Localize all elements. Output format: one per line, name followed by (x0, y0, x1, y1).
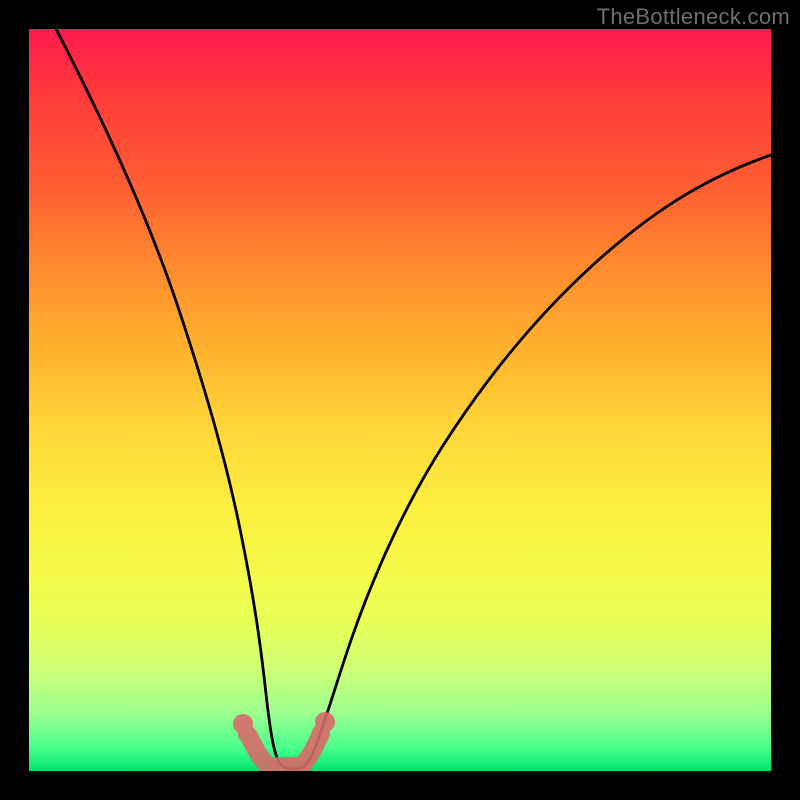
watermark-text: TheBottleneck.com (597, 4, 790, 30)
outer-frame: TheBottleneck.com (0, 0, 800, 800)
plot-area (29, 29, 771, 771)
curve-svg (29, 29, 771, 771)
dip-marker (233, 712, 335, 766)
bottleneck-curve-line (29, 29, 771, 769)
